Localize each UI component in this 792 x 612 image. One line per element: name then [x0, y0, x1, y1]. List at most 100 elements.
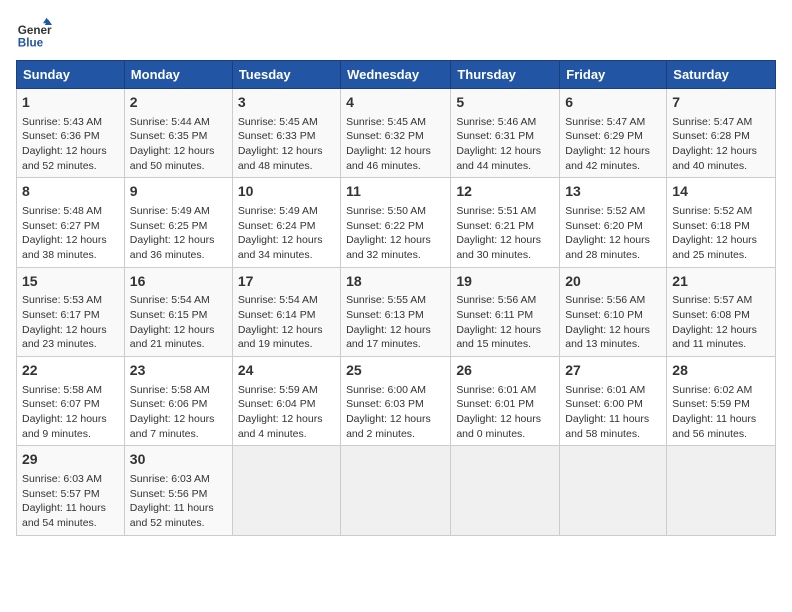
day-number: 23	[130, 361, 227, 381]
calendar-cell: 16Sunrise: 5:54 AM Sunset: 6:15 PM Dayli…	[124, 267, 232, 356]
day-info: Sunrise: 5:50 AM Sunset: 6:22 PM Dayligh…	[346, 204, 445, 263]
calendar-cell: 26Sunrise: 6:01 AM Sunset: 6:01 PM Dayli…	[451, 357, 560, 446]
calendar-cell: 11Sunrise: 5:50 AM Sunset: 6:22 PM Dayli…	[341, 178, 451, 267]
day-info: Sunrise: 5:52 AM Sunset: 6:20 PM Dayligh…	[565, 204, 661, 263]
svg-text:General: General	[18, 24, 52, 37]
day-info: Sunrise: 5:56 AM Sunset: 6:10 PM Dayligh…	[565, 293, 661, 352]
calendar-cell	[451, 446, 560, 535]
calendar-cell: 5Sunrise: 5:46 AM Sunset: 6:31 PM Daylig…	[451, 89, 560, 178]
day-number: 1	[22, 93, 119, 113]
day-number: 2	[130, 93, 227, 113]
day-info: Sunrise: 6:01 AM Sunset: 6:01 PM Dayligh…	[456, 383, 554, 442]
day-info: Sunrise: 5:59 AM Sunset: 6:04 PM Dayligh…	[238, 383, 335, 442]
day-number: 15	[22, 272, 119, 292]
day-number: 18	[346, 272, 445, 292]
weekday-header-thursday: Thursday	[451, 61, 560, 89]
calendar-cell: 21Sunrise: 5:57 AM Sunset: 6:08 PM Dayli…	[667, 267, 776, 356]
calendar-cell: 27Sunrise: 6:01 AM Sunset: 6:00 PM Dayli…	[560, 357, 667, 446]
day-number: 20	[565, 272, 661, 292]
day-info: Sunrise: 5:57 AM Sunset: 6:08 PM Dayligh…	[672, 293, 770, 352]
day-number: 13	[565, 182, 661, 202]
day-number: 24	[238, 361, 335, 381]
calendar-cell: 12Sunrise: 5:51 AM Sunset: 6:21 PM Dayli…	[451, 178, 560, 267]
calendar-cell: 23Sunrise: 5:58 AM Sunset: 6:06 PM Dayli…	[124, 357, 232, 446]
day-number: 5	[456, 93, 554, 113]
day-info: Sunrise: 5:54 AM Sunset: 6:15 PM Dayligh…	[130, 293, 227, 352]
day-info: Sunrise: 5:47 AM Sunset: 6:29 PM Dayligh…	[565, 115, 661, 174]
day-info: Sunrise: 5:44 AM Sunset: 6:35 PM Dayligh…	[130, 115, 227, 174]
calendar-cell: 25Sunrise: 6:00 AM Sunset: 6:03 PM Dayli…	[341, 357, 451, 446]
day-info: Sunrise: 6:01 AM Sunset: 6:00 PM Dayligh…	[565, 383, 661, 442]
day-info: Sunrise: 5:54 AM Sunset: 6:14 PM Dayligh…	[238, 293, 335, 352]
day-number: 19	[456, 272, 554, 292]
calendar-table: SundayMondayTuesdayWednesdayThursdayFrid…	[16, 60, 776, 536]
day-number: 26	[456, 361, 554, 381]
calendar-cell: 8Sunrise: 5:48 AM Sunset: 6:27 PM Daylig…	[17, 178, 125, 267]
day-info: Sunrise: 5:48 AM Sunset: 6:27 PM Dayligh…	[22, 204, 119, 263]
day-number: 29	[22, 450, 119, 470]
calendar-cell: 9Sunrise: 5:49 AM Sunset: 6:25 PM Daylig…	[124, 178, 232, 267]
day-number: 7	[672, 93, 770, 113]
weekday-header-saturday: Saturday	[667, 61, 776, 89]
day-number: 12	[456, 182, 554, 202]
calendar-cell: 15Sunrise: 5:53 AM Sunset: 6:17 PM Dayli…	[17, 267, 125, 356]
day-number: 30	[130, 450, 227, 470]
day-number: 22	[22, 361, 119, 381]
calendar-cell: 19Sunrise: 5:56 AM Sunset: 6:11 PM Dayli…	[451, 267, 560, 356]
day-number: 17	[238, 272, 335, 292]
day-info: Sunrise: 5:43 AM Sunset: 6:36 PM Dayligh…	[22, 115, 119, 174]
day-info: Sunrise: 5:47 AM Sunset: 6:28 PM Dayligh…	[672, 115, 770, 174]
calendar-cell: 10Sunrise: 5:49 AM Sunset: 6:24 PM Dayli…	[232, 178, 340, 267]
day-number: 6	[565, 93, 661, 113]
weekday-header-wednesday: Wednesday	[341, 61, 451, 89]
day-number: 27	[565, 361, 661, 381]
calendar-header: SundayMondayTuesdayWednesdayThursdayFrid…	[17, 61, 776, 89]
day-info: Sunrise: 5:45 AM Sunset: 6:33 PM Dayligh…	[238, 115, 335, 174]
weekday-header-sunday: Sunday	[17, 61, 125, 89]
calendar-cell: 2Sunrise: 5:44 AM Sunset: 6:35 PM Daylig…	[124, 89, 232, 178]
day-info: Sunrise: 6:00 AM Sunset: 6:03 PM Dayligh…	[346, 383, 445, 442]
calendar-cell: 13Sunrise: 5:52 AM Sunset: 6:20 PM Dayli…	[560, 178, 667, 267]
day-number: 21	[672, 272, 770, 292]
logo: General Blue	[16, 16, 56, 52]
calendar-cell: 3Sunrise: 5:45 AM Sunset: 6:33 PM Daylig…	[232, 89, 340, 178]
day-info: Sunrise: 5:49 AM Sunset: 6:25 PM Dayligh…	[130, 204, 227, 263]
calendar-cell: 6Sunrise: 5:47 AM Sunset: 6:29 PM Daylig…	[560, 89, 667, 178]
calendar-cell	[667, 446, 776, 535]
calendar-week-2: 8Sunrise: 5:48 AM Sunset: 6:27 PM Daylig…	[17, 178, 776, 267]
calendar-cell: 22Sunrise: 5:58 AM Sunset: 6:07 PM Dayli…	[17, 357, 125, 446]
day-number: 11	[346, 182, 445, 202]
calendar-cell: 1Sunrise: 5:43 AM Sunset: 6:36 PM Daylig…	[17, 89, 125, 178]
calendar-cell	[341, 446, 451, 535]
day-number: 9	[130, 182, 227, 202]
calendar-cell: 4Sunrise: 5:45 AM Sunset: 6:32 PM Daylig…	[341, 89, 451, 178]
day-info: Sunrise: 5:53 AM Sunset: 6:17 PM Dayligh…	[22, 293, 119, 352]
day-info: Sunrise: 6:03 AM Sunset: 5:57 PM Dayligh…	[22, 472, 119, 531]
calendar-cell: 29Sunrise: 6:03 AM Sunset: 5:57 PM Dayli…	[17, 446, 125, 535]
day-number: 10	[238, 182, 335, 202]
calendar-cell: 28Sunrise: 6:02 AM Sunset: 5:59 PM Dayli…	[667, 357, 776, 446]
day-number: 4	[346, 93, 445, 113]
day-info: Sunrise: 6:02 AM Sunset: 5:59 PM Dayligh…	[672, 383, 770, 442]
calendar-cell: 14Sunrise: 5:52 AM Sunset: 6:18 PM Dayli…	[667, 178, 776, 267]
weekday-header-tuesday: Tuesday	[232, 61, 340, 89]
day-number: 14	[672, 182, 770, 202]
calendar-cell: 7Sunrise: 5:47 AM Sunset: 6:28 PM Daylig…	[667, 89, 776, 178]
calendar-week-1: 1Sunrise: 5:43 AM Sunset: 6:36 PM Daylig…	[17, 89, 776, 178]
weekday-header-monday: Monday	[124, 61, 232, 89]
weekday-header-friday: Friday	[560, 61, 667, 89]
calendar-week-3: 15Sunrise: 5:53 AM Sunset: 6:17 PM Dayli…	[17, 267, 776, 356]
day-info: Sunrise: 5:58 AM Sunset: 6:07 PM Dayligh…	[22, 383, 119, 442]
day-info: Sunrise: 5:49 AM Sunset: 6:24 PM Dayligh…	[238, 204, 335, 263]
day-info: Sunrise: 5:46 AM Sunset: 6:31 PM Dayligh…	[456, 115, 554, 174]
day-info: Sunrise: 5:51 AM Sunset: 6:21 PM Dayligh…	[456, 204, 554, 263]
header: General Blue	[16, 16, 776, 52]
day-number: 28	[672, 361, 770, 381]
day-info: Sunrise: 6:03 AM Sunset: 5:56 PM Dayligh…	[130, 472, 227, 531]
day-info: Sunrise: 5:56 AM Sunset: 6:11 PM Dayligh…	[456, 293, 554, 352]
day-number: 3	[238, 93, 335, 113]
calendar-cell	[232, 446, 340, 535]
day-info: Sunrise: 5:55 AM Sunset: 6:13 PM Dayligh…	[346, 293, 445, 352]
calendar-week-5: 29Sunrise: 6:03 AM Sunset: 5:57 PM Dayli…	[17, 446, 776, 535]
day-number: 8	[22, 182, 119, 202]
